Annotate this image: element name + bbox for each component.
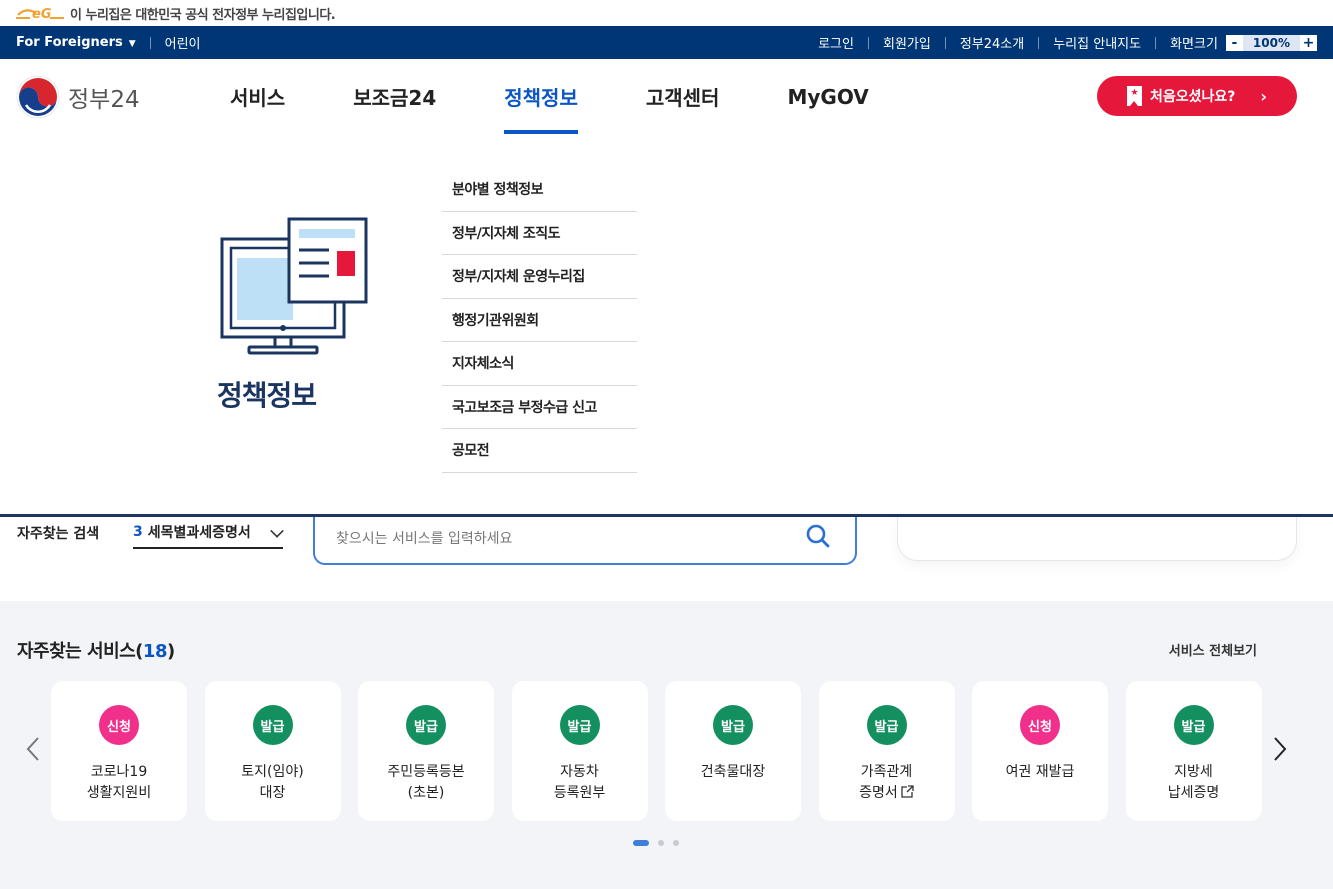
service-name: 지방세 납세증명 (1167, 764, 1220, 801)
utility-bar: For Foreigners ▼ 어린이 로그인 회원가입 정부24소개 누리집 … (0, 26, 1333, 59)
nav-customer-center[interactable]: 고객센터 (646, 59, 720, 134)
global-nav: 서비스 보조금24 정책정보 고객센터 MyGOV (230, 59, 937, 134)
service-badge: 신청 (1020, 705, 1060, 745)
policy-info-mega-menu: 정책정보 분야별 정책정보 정부/지자체 조직도 정부/지자체 운영누리집 행정… (0, 134, 1333, 517)
pagination-dot-active[interactable] (633, 840, 649, 846)
divider (1155, 36, 1157, 49)
main-header: 정부24 서비스 보조금24 정책정보 고객센터 MyGOV ★ 처음오셨나요?… (0, 59, 1333, 135)
frequent-search-rank: 3 (133, 524, 143, 540)
service-badge: 발급 (866, 705, 907, 745)
service-badge: 발급 (252, 705, 293, 745)
about-gov24-link[interactable]: 정부24소개 (960, 33, 1024, 52)
external-link-icon (901, 785, 914, 798)
search-icon[interactable] (805, 523, 831, 549)
zoom-in-button[interactable]: + (1300, 34, 1317, 51)
side-panel-card (897, 513, 1297, 561)
pagination-dot[interactable] (658, 840, 664, 846)
zoom-control: - 100% + (1225, 34, 1317, 51)
for-foreigners-label: For Foreigners (16, 35, 123, 50)
divider (149, 36, 151, 49)
menu-item-policy-by-field[interactable]: 분야별 정책정보 (442, 168, 637, 212)
service-name: 주민등록등본 (초본) (387, 764, 465, 801)
service-card[interactable]: 발급 토지(임야) 대장 (204, 681, 341, 821)
login-link[interactable]: 로그인 (818, 33, 854, 52)
menu-item-admin-committees[interactable]: 행정기관위원회 (442, 299, 637, 342)
bookmark-star-icon: ★ (1127, 86, 1142, 106)
taegeuk-logo-icon (16, 75, 60, 118)
mega-menu-title: 정책정보 (217, 379, 317, 412)
menu-item-org-chart[interactable]: 정부/지자체 조직도 (442, 212, 637, 255)
carousel-prev-icon[interactable] (24, 736, 42, 762)
first-visit-button[interactable]: ★ 처음오셨나요? › (1097, 76, 1297, 116)
service-carousel: 신청 코로나19 생활지원비 발급 토지(임야) 대장 발급 주민등록등본 (초본) … (51, 681, 1262, 821)
frequent-services-section: 자주찾는 서비스(18) 서비스 전체보기 신청 코로나19 생활지원비 발급 토… (0, 601, 1333, 889)
menu-item-contests[interactable]: 공모전 (442, 429, 637, 473)
screen-size-label: 화면크기 (1170, 37, 1218, 52)
gov24-logo[interactable]: 정부24 (16, 75, 216, 119)
services-title-close: ) (166, 641, 175, 662)
zoom-level: 100% (1242, 34, 1300, 51)
service-badge: 신청 (99, 705, 139, 745)
service-badge: 발급 (713, 705, 753, 745)
menu-item-local-news[interactable]: 지자체소식 (442, 342, 637, 386)
divider (1038, 36, 1040, 49)
search-input[interactable]: 찾으시는 서비스를 입력하세요 (313, 513, 857, 565)
caret-down-icon: ▼ (128, 39, 136, 49)
service-card[interactable]: 발급 자동차 등록원부 (511, 681, 648, 821)
nav-mygov[interactable]: MyGOV (787, 59, 868, 134)
signup-link[interactable]: 회원가입 (883, 33, 931, 52)
chevron-down-icon (270, 524, 284, 538)
for-foreigners-dropdown[interactable]: For Foreigners ▼ (16, 35, 136, 50)
service-name: 가족관계 증명서 (859, 764, 914, 801)
frequent-services-title: 자주찾는 서비스(18) (17, 637, 175, 663)
divider (944, 36, 946, 49)
first-visit-label: 처음오셨나요? (1150, 89, 1236, 105)
logo-text: 정부24 (68, 86, 140, 113)
notice-text: 이 누리집은 대한민국 공식 전자정부 누리집입니다. (70, 7, 336, 23)
services-title-text: 자주찾는 서비스( (17, 641, 143, 662)
svg-text:eG: eG (32, 7, 52, 21)
view-all-services-link[interactable]: 서비스 전체보기 (1169, 640, 1257, 659)
service-card[interactable]: 신청 코로나19 생활지원비 (51, 681, 187, 821)
service-card[interactable]: 발급 건축물대장 (665, 681, 801, 821)
nav-subsidy24[interactable]: 보조금24 (353, 59, 436, 134)
egov-emblem-icon: eG (16, 7, 64, 21)
service-name: 건축물대장 (700, 764, 766, 780)
service-badge: 발급 (1173, 705, 1214, 745)
mega-menu-list: 분야별 정책정보 정부/지자체 조직도 정부/지자체 운영누리집 행정기관위원회… (442, 168, 637, 473)
search-section: 자주찾는 검색 3 세목별과세증명서 찾으시는 서비스를 입력하세요 (0, 513, 1333, 601)
frequent-search-dropdown[interactable]: 3 세목별과세증명서 (133, 517, 284, 549)
service-name: 코로나19 생활지원비 (86, 764, 152, 801)
menu-item-subsidy-fraud-report[interactable]: 국고보조금 부정수급 신고 (442, 386, 637, 429)
carousel-next-icon[interactable] (1271, 736, 1289, 762)
service-badge: 발급 (406, 705, 446, 745)
service-badge: 발급 (559, 705, 600, 745)
service-name: 자동차 등록원부 (553, 764, 606, 801)
nav-policy-info[interactable]: 정책정보 (504, 59, 578, 134)
search-placeholder: 찾으시는 서비스를 입력하세요 (336, 531, 513, 547)
service-card[interactable]: 신청 여권 재발급 (972, 681, 1108, 821)
divider (867, 36, 869, 49)
monitor-document-icon (220, 217, 368, 355)
pagination-dot[interactable] (673, 840, 679, 846)
chevron-right-icon: › (1260, 86, 1267, 106)
frequent-search-term: 세목별과세증명서 (147, 525, 251, 541)
official-notice-bar: eG 이 누리집은 대한민국 공식 전자정부 누리집입니다. (0, 0, 1333, 26)
service-card[interactable]: 발급 가족관계 증명서 (818, 681, 955, 821)
service-name: 여권 재발급 (1005, 764, 1075, 780)
services-count: 18 (142, 641, 168, 662)
frequent-search-label: 자주찾는 검색 (17, 526, 100, 542)
service-card[interactable]: 발급 지방세 납세증명 (1125, 681, 1262, 821)
menu-item-gov-websites[interactable]: 정부/지자체 운영누리집 (442, 255, 637, 299)
zoom-out-button[interactable]: - (1225, 34, 1243, 51)
nav-services[interactable]: 서비스 (230, 59, 285, 134)
sitemap-link[interactable]: 누리집 안내지도 (1053, 33, 1141, 52)
carousel-pagination (633, 840, 688, 846)
service-card[interactable]: 발급 주민등록등본 (초본) (358, 681, 494, 821)
service-name: 토지(임야) 대장 (241, 764, 304, 801)
kids-link[interactable]: 어린이 (165, 33, 201, 52)
